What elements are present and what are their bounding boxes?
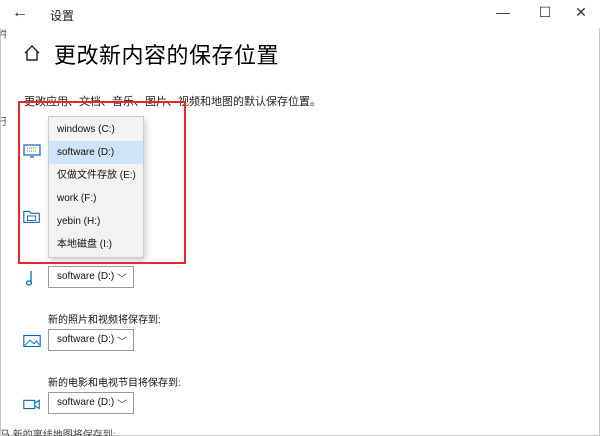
chevron-down-icon: ﹀ <box>117 337 127 348</box>
maximize-button[interactable]: ☐ <box>530 4 560 21</box>
page-title: 更改新内容的保存位置 <box>54 43 280 68</box>
photos-save-location-select[interactable]: software (D:) ﹀ <box>48 329 134 351</box>
back-arrow-icon[interactable]: ← <box>12 4 28 22</box>
home-icon[interactable] <box>23 44 41 62</box>
combo-value: software (D:) <box>57 334 115 345</box>
background-text-fragment: 牛 <box>0 30 6 41</box>
combo-value: software (D:) <box>57 397 115 408</box>
combo-value: software (D:) <box>57 271 115 282</box>
picture-icon <box>23 335 41 347</box>
photos-section-label: 新的照片和视频将保存到: <box>48 315 161 326</box>
chevron-down-icon: ﹀ <box>117 274 127 285</box>
close-button[interactable]: ✕ <box>566 4 596 21</box>
highlight-box <box>18 101 186 264</box>
window-title: 设置 <box>50 9 75 23</box>
music-note-icon <box>25 271 33 286</box>
movies-save-location-select[interactable]: software (D:) ﹀ <box>48 392 134 414</box>
minimize-button[interactable]: — <box>488 4 518 20</box>
clipped-next-section-label: 马 新的离线地图将保存到: <box>0 430 116 436</box>
background-text-fragment: 于 <box>0 117 6 128</box>
movies-section-label: 新的电影和电视节目将保存到: <box>48 378 181 389</box>
video-camera-icon <box>23 399 40 410</box>
title-bar: ← 设置 — ☐ ✕ <box>0 0 600 28</box>
chevron-down-icon: ﹀ <box>117 400 127 411</box>
music-save-location-select[interactable]: software (D:) ﹀ <box>48 266 134 288</box>
